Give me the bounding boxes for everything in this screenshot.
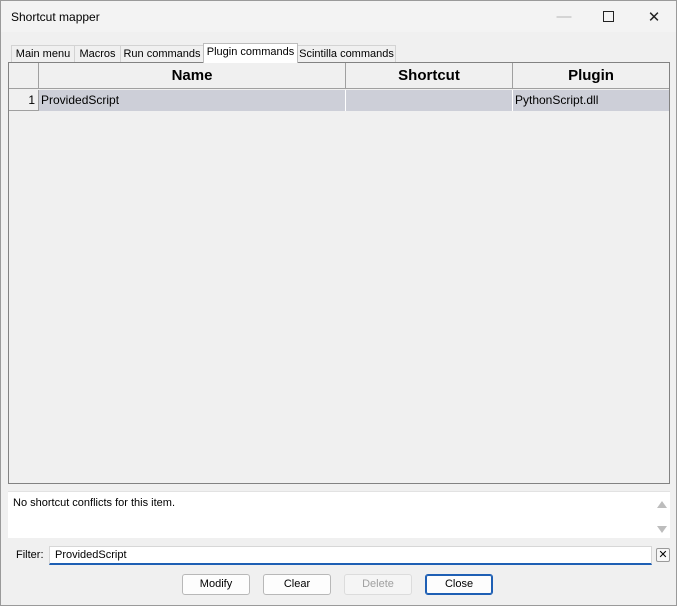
shortcut-mapper-window: Shortcut mapper — ✕ Main menu Macros Run… — [0, 0, 677, 606]
column-header-name[interactable]: Name — [39, 63, 346, 89]
filter-label: Filter: — [16, 549, 44, 561]
row-header-corner — [9, 63, 39, 89]
maximize-button[interactable] — [585, 1, 631, 32]
shortcuts-grid[interactable]: Name Shortcut Plugin 1 ProvidedScript Py… — [8, 62, 670, 484]
modify-button[interactable]: Modify — [182, 574, 250, 595]
close-window-button[interactable]: ✕ — [631, 1, 677, 32]
maximize-icon — [602, 11, 614, 22]
minimize-icon: — — [556, 8, 572, 25]
close-button[interactable]: Close — [425, 574, 493, 595]
window-title: Shortcut mapper — [11, 10, 100, 24]
tab-scintilla-commands[interactable]: Scintilla commands — [297, 45, 396, 62]
tab-macros[interactable]: Macros — [74, 45, 121, 62]
row-index[interactable]: 1 — [9, 90, 39, 111]
conflict-info-box: No shortcut conflicts for this item. — [8, 491, 670, 538]
title-bar: Shortcut mapper — ✕ — [1, 1, 676, 32]
conflict-info-text: No shortcut conflicts for this item. — [13, 497, 175, 509]
filter-input[interactable]: ProvidedScript — [49, 546, 652, 565]
cell-plugin[interactable]: PythonScript.dll — [513, 90, 669, 111]
scroll-down-icon[interactable] — [657, 526, 667, 533]
cell-shortcut[interactable] — [346, 90, 513, 111]
scroll-up-icon[interactable] — [657, 501, 667, 508]
close-icon: ✕ — [647, 8, 661, 26]
delete-button[interactable]: Delete — [344, 574, 412, 595]
tab-plugin-commands[interactable]: Plugin commands — [203, 43, 298, 63]
cell-name[interactable]: ProvidedScript — [39, 90, 346, 111]
column-header-plugin[interactable]: Plugin — [513, 63, 669, 89]
tab-main-menu[interactable]: Main menu — [11, 45, 75, 62]
clear-filter-icon: ✕ — [658, 548, 668, 561]
minimize-button[interactable]: — — [541, 1, 587, 32]
clear-filter-button[interactable]: ✕ — [656, 548, 670, 562]
tab-run-commands[interactable]: Run commands — [120, 45, 204, 62]
column-header-shortcut[interactable]: Shortcut — [346, 63, 513, 89]
clear-button[interactable]: Clear — [263, 574, 331, 595]
